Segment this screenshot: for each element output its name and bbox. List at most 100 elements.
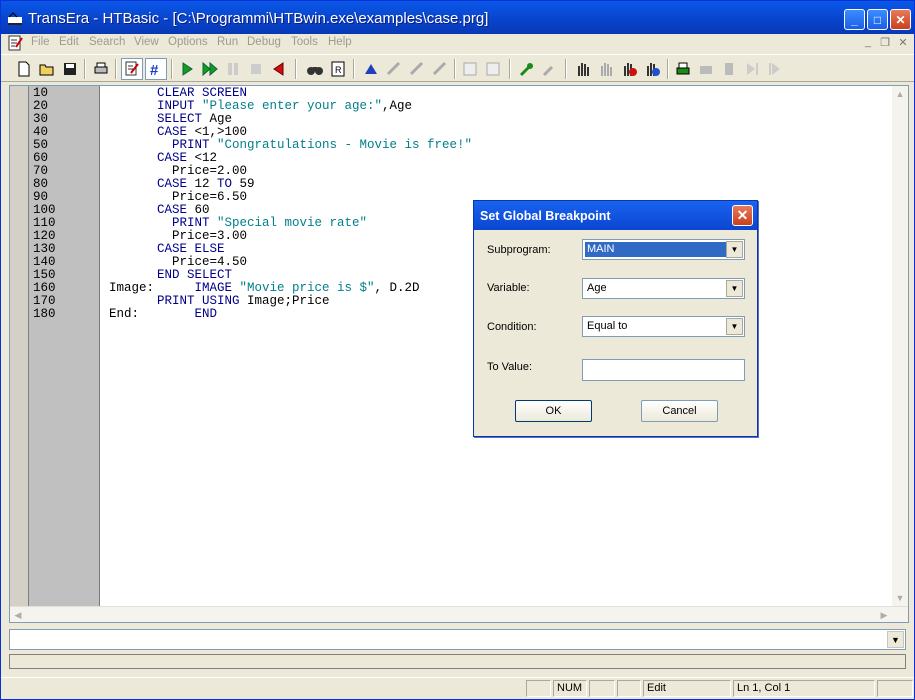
toolbar: # R [1,54,914,82]
step-into-icon[interactable] [429,58,451,80]
code-line[interactable]: PRINT USING Image;Price [109,295,330,308]
code-text: Image;Price [247,294,330,308]
scroll-up-icon[interactable]: ▲ [892,86,908,102]
reset-icon[interactable] [268,58,290,80]
chevron-down-icon[interactable]: ▼ [887,631,904,648]
save-icon[interactable] [59,58,81,80]
mdi-minimize-icon[interactable]: _ [861,36,875,49]
code-keyword: CASE [157,177,195,191]
menu-view[interactable]: View [134,36,159,48]
menu-options[interactable]: Options [168,36,208,48]
settings-icon[interactable] [539,58,561,80]
code-editor[interactable]: 10 20 30 40 50 60 70 80 90 100 110 120 130 140 150 160 1… [9,85,909,623]
document-icon[interactable] [7,35,23,51]
scroll-down-icon[interactable]: ▼ [892,590,908,606]
wrench-icon[interactable] [516,58,538,80]
code-line[interactable]: End: END [109,308,217,321]
global-breakpoint-icon[interactable] [641,58,663,80]
toolbar-separator [565,59,567,79]
toolbar-separator [171,59,173,79]
status-panel [589,680,615,697]
next-icon[interactable] [741,58,763,80]
code-keyword: CASE [157,125,195,139]
open-folder-icon[interactable] [36,58,58,80]
menu-search[interactable]: Search [89,36,125,48]
last-icon[interactable] [764,58,786,80]
hand-disabled-icon[interactable] [595,58,617,80]
scroll-left-icon[interactable]: ◀ [10,607,26,622]
step-icon[interactable] [360,58,382,80]
code-keyword: CASE ELSE [157,242,225,256]
chevron-down-icon[interactable]: ▼ [726,280,743,297]
variable-select[interactable]: Age ▼ [582,278,745,299]
code-line[interactable]: INPUT "Please enter your age:",Age [109,100,412,113]
dialog-title-bar[interactable]: Set Global Breakpoint ✕ [474,201,757,230]
to-value-label: To Value: [487,361,533,373]
window-title: TransEra - HTBasic - [C:\Programmi\HTBwi… [28,10,489,27]
menu-bar: File Edit Search View Options Run Debug … [1,34,914,53]
minimize-button[interactable]: _ [844,9,865,30]
line-numbers-icon[interactable]: # [145,58,167,80]
menu-edit[interactable]: Edit [59,36,79,48]
svg-text:#: # [150,62,159,78]
horizontal-scrollbar[interactable]: ◀ ▶ [10,606,908,622]
step-over-icon[interactable] [383,58,405,80]
mdi-close-icon[interactable]: ✕ [896,36,910,49]
menu-run[interactable]: Run [217,36,238,48]
to-value-input[interactable] [582,359,745,381]
condition-value: Equal to [587,320,628,332]
toolbar-separator [353,59,355,79]
code-text: 12 [194,177,218,191]
toolbar-separator [454,59,456,79]
printer-setup-icon[interactable] [672,58,694,80]
breakpoint-icon[interactable] [482,58,504,80]
device-icon[interactable] [695,58,717,80]
code-text: <12 [194,151,218,165]
label-icon[interactable] [718,58,740,80]
condition-select[interactable]: Equal to ▼ [582,316,745,337]
pause-icon[interactable] [222,58,244,80]
code-keyword: SELECT [157,112,210,126]
step-out-icon[interactable] [406,58,428,80]
menu-help[interactable]: Help [328,36,352,48]
stop-icon[interactable] [245,58,267,80]
print-icon[interactable] [90,58,112,80]
scroll-right-icon[interactable]: ▶ [876,607,892,622]
code-keyword: END [157,307,218,321]
mdi-restore-icon[interactable]: ❐ [878,36,892,49]
close-button[interactable]: ✕ [890,9,911,30]
edit-mode-icon[interactable] [121,58,143,80]
toolbar-separator [115,59,117,79]
watch-icon[interactable] [459,58,481,80]
vertical-scrollbar[interactable]: ▲ ▼ [892,86,908,606]
dialog-close-button[interactable]: ✕ [732,205,753,226]
command-line-input[interactable]: ▼ [9,629,906,650]
code-label: Image: [109,281,155,295]
hand-icon[interactable] [572,58,594,80]
new-file-icon[interactable] [13,58,35,80]
code-text: Age [209,112,233,126]
code-text: ,Age [382,99,413,113]
continue-icon[interactable] [199,58,221,80]
breakpoint-gutter[interactable] [10,86,29,606]
svg-text:R: R [335,65,342,75]
menu-debug[interactable]: Debug [247,36,281,48]
condition-label: Condition: [487,321,537,333]
chevron-down-icon[interactable]: ▼ [726,318,743,335]
message-line [9,654,906,669]
run-icon[interactable] [176,58,198,80]
menu-tools[interactable]: Tools [291,36,318,48]
find-icon[interactable] [304,58,326,80]
replace-icon[interactable]: R [327,58,349,80]
breakpoint-hand-icon[interactable] [618,58,640,80]
maximize-button[interactable]: □ [867,9,888,30]
menu-file[interactable]: File [31,36,50,48]
title-bar[interactable]: TransEra - HTBasic - [C:\Programmi\HTBwi… [1,1,914,37]
variable-value: Age [587,282,607,294]
subprogram-select[interactable]: MAIN ▼ [582,239,745,260]
cancel-button[interactable]: Cancel [641,400,718,422]
chevron-down-icon[interactable]: ▼ [726,241,743,258]
toolbar-separator [295,59,297,79]
ok-button[interactable]: OK [515,400,592,422]
code-keyword: PRINT [157,216,218,230]
